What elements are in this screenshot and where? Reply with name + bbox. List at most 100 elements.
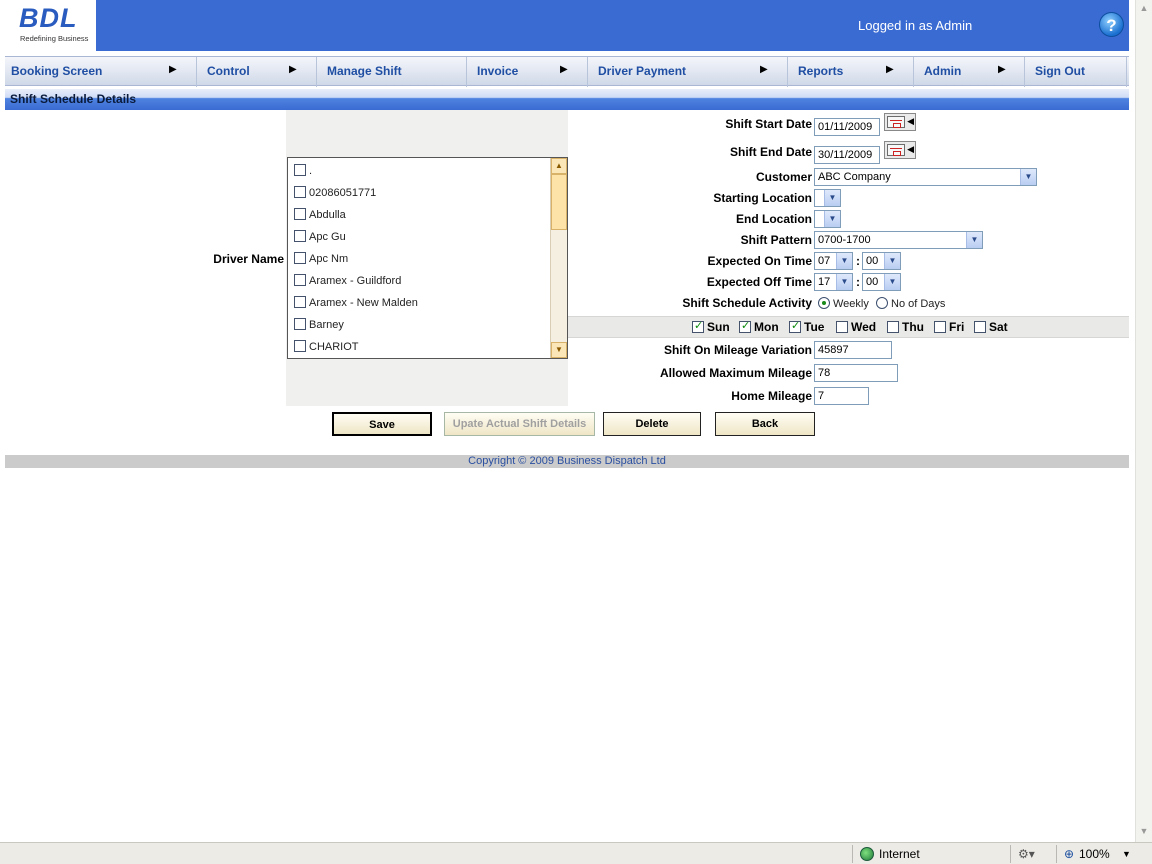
radio-weekly[interactable]: [818, 297, 830, 309]
menu-driver-payment[interactable]: Driver Payment ▶: [588, 57, 788, 87]
day-label: Mon: [754, 320, 779, 334]
driver-list-scrollbar[interactable]: ▲ ▼: [550, 158, 567, 358]
menu-label: Invoice: [477, 64, 519, 78]
off-time-minute-select[interactable]: 00 ▼: [862, 273, 901, 291]
starting-location-label: Starting Location: [713, 191, 812, 205]
checkbox[interactable]: [294, 340, 306, 352]
checkbox[interactable]: [294, 274, 306, 286]
checkbox[interactable]: [887, 321, 899, 333]
menu-label: Driver Payment: [598, 64, 687, 78]
day-label: Sat: [989, 320, 1008, 334]
list-item[interactable]: Barney: [294, 318, 344, 336]
day-sun[interactable]: Sun: [692, 319, 730, 334]
max-mileage-label: Allowed Maximum Mileage: [659, 366, 812, 380]
checkbox[interactable]: [789, 319, 801, 333]
menu-reports[interactable]: Reports ▶: [788, 57, 914, 87]
mileage-variation-input[interactable]: 45897: [814, 341, 892, 359]
driver-list[interactable]: . 02086051771 Abdulla Apc Gu Apc Nm Aram…: [287, 157, 568, 359]
driver-name-label: Driver Name: [213, 252, 284, 266]
home-mileage-input[interactable]: 7: [814, 387, 869, 405]
end-date-calendar-button[interactable]: ◀: [884, 141, 916, 159]
chevron-down-icon[interactable]: ▼: [1122, 849, 1131, 859]
scroll-down-icon[interactable]: ▼: [551, 342, 567, 358]
shift-pattern-select[interactable]: 0700-1700 ▼: [814, 231, 983, 249]
menu-manage-shift[interactable]: Manage Shift: [317, 57, 467, 87]
day-wed[interactable]: Wed: [836, 320, 876, 334]
menu-label: Sign Out: [1035, 64, 1085, 78]
back-button[interactable]: Back: [715, 412, 815, 436]
starting-location-select[interactable]: ▼: [814, 189, 841, 207]
status-separator: [1056, 845, 1057, 863]
save-button[interactable]: Save: [332, 412, 432, 436]
customer-value: ABC Company: [818, 171, 891, 183]
header: BDL Redefining Business Logged in as Adm…: [5, 0, 1129, 51]
chevron-down-icon: ▼: [1020, 169, 1036, 185]
list-item[interactable]: 02086051771: [294, 186, 376, 204]
checkbox[interactable]: [836, 321, 848, 333]
scroll-thumb[interactable]: [551, 174, 567, 230]
checkbox[interactable]: [294, 208, 306, 220]
list-item[interactable]: CHARIOT: [294, 340, 359, 358]
checkbox[interactable]: [692, 319, 704, 333]
checkbox[interactable]: [294, 186, 306, 198]
list-item[interactable]: .: [294, 164, 312, 182]
checkbox[interactable]: [974, 321, 986, 333]
protected-mode-icon[interactable]: ⚙▾: [1018, 847, 1035, 861]
list-item[interactable]: Abdulla: [294, 208, 346, 226]
radio-no-of-days[interactable]: [876, 297, 888, 309]
menu-admin[interactable]: Admin ▶: [914, 57, 1025, 87]
shift-end-date-input[interactable]: 30/11/2009: [814, 146, 880, 164]
scroll-down-icon[interactable]: ▼: [1139, 826, 1149, 836]
activity-weekly-option[interactable]: Weekly: [818, 297, 869, 310]
chevron-down-icon: ▼: [884, 274, 900, 290]
list-item-label: Abdulla: [309, 209, 346, 221]
help-icon[interactable]: ?: [1099, 12, 1124, 37]
menu-invoice[interactable]: Invoice ▶: [467, 57, 588, 87]
page-scrollbar[interactable]: ▲ ▼: [1135, 0, 1152, 842]
submenu-arrow-icon: ▶: [886, 64, 894, 75]
on-time-minute-select[interactable]: 00 ▼: [862, 252, 901, 270]
end-location-select[interactable]: ▼: [814, 210, 841, 228]
section-title-bar: Shift Schedule Details: [5, 89, 1129, 110]
checkbox[interactable]: [739, 319, 751, 333]
delete-button[interactable]: Delete: [603, 412, 701, 436]
list-item[interactable]: Aramex - Guildford: [294, 274, 401, 292]
list-item[interactable]: Apc Gu: [294, 230, 346, 248]
day-mon[interactable]: Mon: [739, 319, 779, 334]
day-sat[interactable]: Sat: [974, 320, 1008, 334]
checkbox[interactable]: [294, 252, 306, 264]
shift-pattern-value: 0700-1700: [818, 234, 871, 246]
list-item[interactable]: Apc Nm: [294, 252, 348, 270]
menu-label: Admin: [924, 64, 962, 78]
checkbox[interactable]: [294, 296, 306, 308]
menu-control[interactable]: Control ▶: [197, 57, 317, 87]
list-item-label: Aramex - New Malden: [309, 297, 418, 309]
shift-start-date-input[interactable]: 01/11/2009: [814, 118, 880, 136]
list-item-label: Aramex - Guildford: [309, 275, 402, 287]
on-time-hour-select[interactable]: 07 ▼: [814, 252, 853, 270]
customer-select[interactable]: ABC Company ▼: [814, 168, 1037, 186]
scroll-up-icon[interactable]: ▲: [551, 158, 567, 174]
time-separator: :: [856, 254, 860, 268]
day-label: Sun: [707, 320, 730, 334]
chevron-down-icon: ▼: [824, 190, 840, 206]
checkbox[interactable]: [294, 318, 306, 330]
update-actual-shift-button[interactable]: Upate Actual Shift Details: [444, 412, 595, 436]
day-fri[interactable]: Fri: [934, 320, 964, 334]
activity-no-of-days-option[interactable]: No of Days: [876, 297, 945, 310]
day-thu[interactable]: Thu: [887, 320, 924, 334]
zoom-icon[interactable]: ⊕: [1064, 847, 1074, 861]
max-mileage-input[interactable]: 78: [814, 364, 898, 382]
list-item[interactable]: Aramex - New Malden: [294, 296, 418, 314]
day-tue[interactable]: Tue: [789, 319, 824, 334]
menu-sign-out[interactable]: Sign Out: [1025, 57, 1127, 87]
checkbox[interactable]: [294, 164, 306, 176]
scroll-up-icon[interactable]: ▲: [1139, 3, 1149, 13]
checkbox[interactable]: [294, 230, 306, 242]
zoom-level[interactable]: 100%: [1079, 847, 1110, 861]
menu-label: Booking Screen: [11, 64, 103, 78]
off-time-hour-select[interactable]: 17 ▼: [814, 273, 853, 291]
start-date-calendar-button[interactable]: ◀: [884, 113, 916, 131]
menu-booking-screen[interactable]: Booking Screen ▶: [5, 57, 197, 87]
checkbox[interactable]: [934, 321, 946, 333]
